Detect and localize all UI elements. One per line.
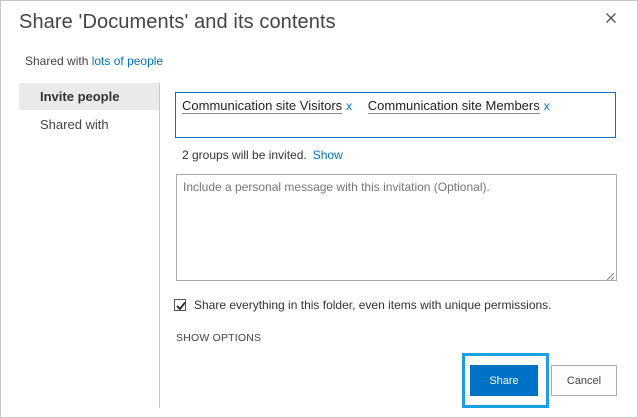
close-button[interactable] bbox=[603, 10, 619, 26]
share-everything-checkbox[interactable] bbox=[174, 299, 186, 311]
share-dialog: Share 'Documents' and its contents Share… bbox=[0, 0, 638, 418]
shared-with-summary: Shared with lots of people bbox=[25, 54, 163, 68]
people-token-name: Communication site Members bbox=[367, 98, 540, 114]
remove-token-button[interactable]: x bbox=[544, 99, 550, 113]
invite-status: 2 groups will be invited. Show bbox=[182, 148, 343, 162]
people-token: Communication site Visitors x bbox=[182, 98, 352, 114]
invite-status-text: 2 groups will be invited. bbox=[182, 148, 307, 162]
shared-with-link[interactable]: lots of people bbox=[92, 54, 163, 68]
resize-grip-icon[interactable] bbox=[604, 268, 615, 281]
people-picker-input[interactable]: Communication site Visitors x Communicati… bbox=[175, 92, 616, 138]
sidebar-item-shared-with[interactable]: Shared with bbox=[19, 111, 159, 138]
remove-token-button[interactable]: x bbox=[346, 99, 352, 113]
close-icon[interactable] bbox=[603, 13, 619, 30]
checkmark-icon bbox=[176, 301, 186, 311]
people-token: Communication site Members x bbox=[367, 98, 550, 114]
share-button[interactable]: Share bbox=[470, 365, 538, 396]
sidebar-nav: Invite people Shared with bbox=[19, 83, 160, 408]
people-token-name: Communication site Visitors bbox=[182, 98, 343, 114]
dialog-title: Share 'Documents' and its contents bbox=[19, 11, 336, 33]
share-everything-label: Share everything in this folder, even it… bbox=[194, 298, 552, 312]
personal-message-input[interactable] bbox=[176, 174, 617, 281]
cancel-button[interactable]: Cancel bbox=[551, 365, 617, 396]
share-everything-option: Share everything in this folder, even it… bbox=[174, 298, 552, 312]
sidebar-item-invite-people[interactable]: Invite people bbox=[19, 83, 159, 110]
show-invitees-link[interactable]: Show bbox=[313, 148, 343, 162]
shared-with-prefix: Shared with bbox=[25, 54, 89, 68]
show-options-link[interactable]: SHOW OPTIONS bbox=[176, 332, 261, 344]
